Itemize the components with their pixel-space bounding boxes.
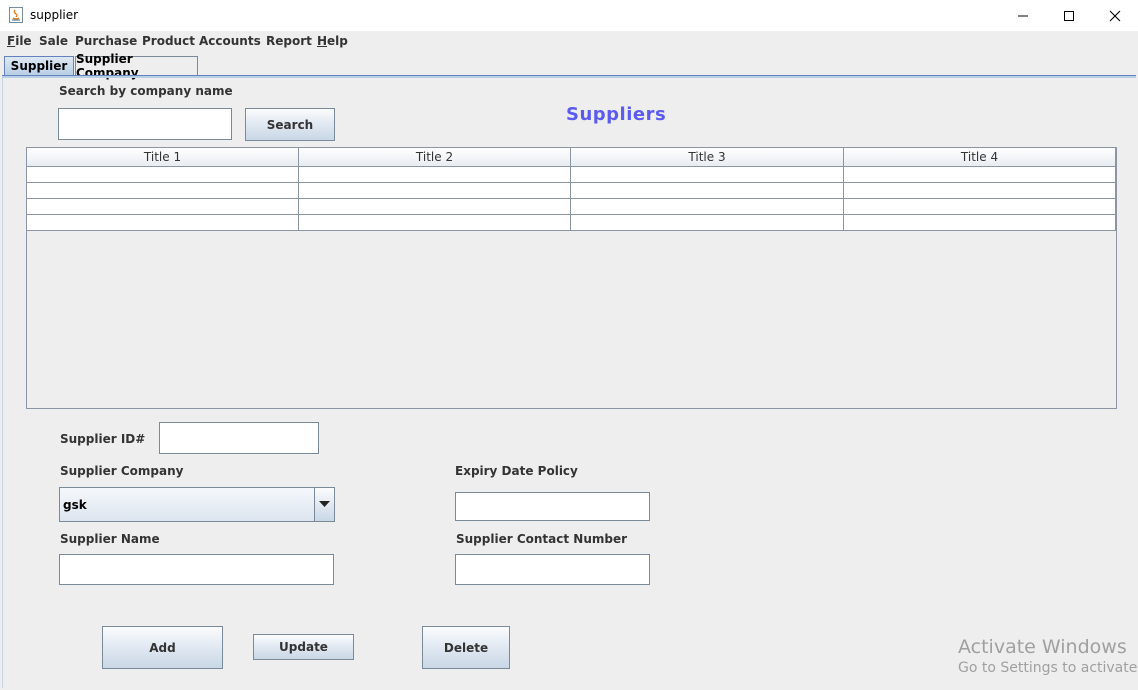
menu-sale[interactable]: Sale: [39, 34, 68, 48]
table-cell[interactable]: [571, 167, 844, 183]
delete-button[interactable]: Delete: [422, 626, 510, 669]
add-button[interactable]: Add: [102, 626, 223, 669]
column-header[interactable]: Title 2: [299, 148, 571, 167]
table-cell[interactable]: [844, 215, 1116, 231]
column-header[interactable]: Title 3: [571, 148, 844, 167]
update-button[interactable]: Update: [253, 634, 354, 660]
window-title: supplier: [30, 8, 79, 22]
menu-purchase[interactable]: Purchase: [75, 34, 137, 48]
table-header: Title 1 Title 2 Title 3 Title 4: [27, 148, 1116, 167]
maximize-button[interactable]: [1046, 0, 1092, 31]
title-bar: supplier: [0, 0, 1138, 31]
search-button[interactable]: Search: [245, 108, 335, 141]
table-cell[interactable]: [27, 215, 299, 231]
java-icon: [9, 7, 23, 23]
supplier-company-label: Supplier Company: [60, 464, 184, 478]
table-cell[interactable]: [299, 215, 571, 231]
chevron-down-icon: [319, 501, 330, 507]
table-cell[interactable]: [27, 199, 299, 215]
watermark-subtitle: Go to Settings to activate Windows.: [958, 660, 1138, 676]
close-button[interactable]: [1092, 0, 1138, 31]
table-cell[interactable]: [844, 199, 1116, 215]
combo-dropdown-button[interactable]: [314, 488, 334, 521]
supplier-name-field[interactable]: [59, 554, 334, 585]
search-label: Search by company name: [59, 84, 233, 98]
maximize-icon: [1064, 10, 1074, 21]
table-cell[interactable]: [299, 199, 571, 215]
supplier-company-value: gsk: [63, 498, 87, 512]
supplier-company-select[interactable]: gsk: [59, 487, 335, 522]
table-cell[interactable]: [844, 167, 1116, 183]
contact-number-label: Supplier Contact Number: [456, 532, 628, 546]
table-row[interactable]: [27, 199, 1116, 215]
table-row[interactable]: [27, 215, 1116, 231]
table-cell[interactable]: [571, 199, 844, 215]
menu-bar: File Sale Purchase Product Accounts Repo…: [0, 31, 1138, 53]
table-cell[interactable]: [299, 167, 571, 183]
supplier-name-label: Supplier Name: [60, 532, 160, 546]
table-row[interactable]: [27, 167, 1116, 183]
column-header[interactable]: Title 1: [27, 148, 299, 167]
watermark-title: Activate Windows: [958, 636, 1127, 658]
table-cell[interactable]: [27, 167, 299, 183]
expiry-date-label: Expiry Date Policy: [455, 464, 578, 478]
page-title: Suppliers: [566, 104, 667, 125]
table-cell[interactable]: [571, 215, 844, 231]
table-cell[interactable]: [27, 183, 299, 199]
supplier-id-field[interactable]: [159, 422, 319, 454]
minimize-icon: [1018, 15, 1028, 16]
tab-supplier-company[interactable]: Supplier Company: [75, 52, 198, 80]
expiry-date-field[interactable]: [455, 492, 650, 521]
search-input[interactable]: [58, 108, 232, 140]
close-icon: [1109, 10, 1121, 21]
menu-accounts[interactable]: Accounts: [199, 34, 261, 48]
minimize-button[interactable]: [1000, 0, 1046, 31]
table-row[interactable]: [27, 183, 1116, 199]
menu-report[interactable]: Report: [266, 34, 312, 48]
activation-watermark: Activate Windows Go to Settings to activ…: [950, 630, 1138, 690]
tab-strip: Supplier Supplier Company: [0, 52, 1138, 80]
contact-number-field[interactable]: [455, 554, 650, 585]
menu-product[interactable]: Product: [142, 34, 195, 48]
suppliers-table[interactable]: Title 1 Title 2 Title 3 Title 4: [26, 147, 1117, 409]
app-window: supplier File Sale Purchase Product Acco…: [0, 0, 1138, 690]
tab-supplier[interactable]: Supplier: [4, 56, 74, 75]
table-cell[interactable]: [299, 183, 571, 199]
menu-help[interactable]: Help: [317, 34, 348, 48]
column-header[interactable]: Title 4: [844, 148, 1116, 167]
table-cell[interactable]: [571, 183, 844, 199]
supplier-id-label: Supplier ID#: [60, 432, 146, 446]
menu-file[interactable]: File: [7, 34, 32, 48]
table-cell[interactable]: [844, 183, 1116, 199]
